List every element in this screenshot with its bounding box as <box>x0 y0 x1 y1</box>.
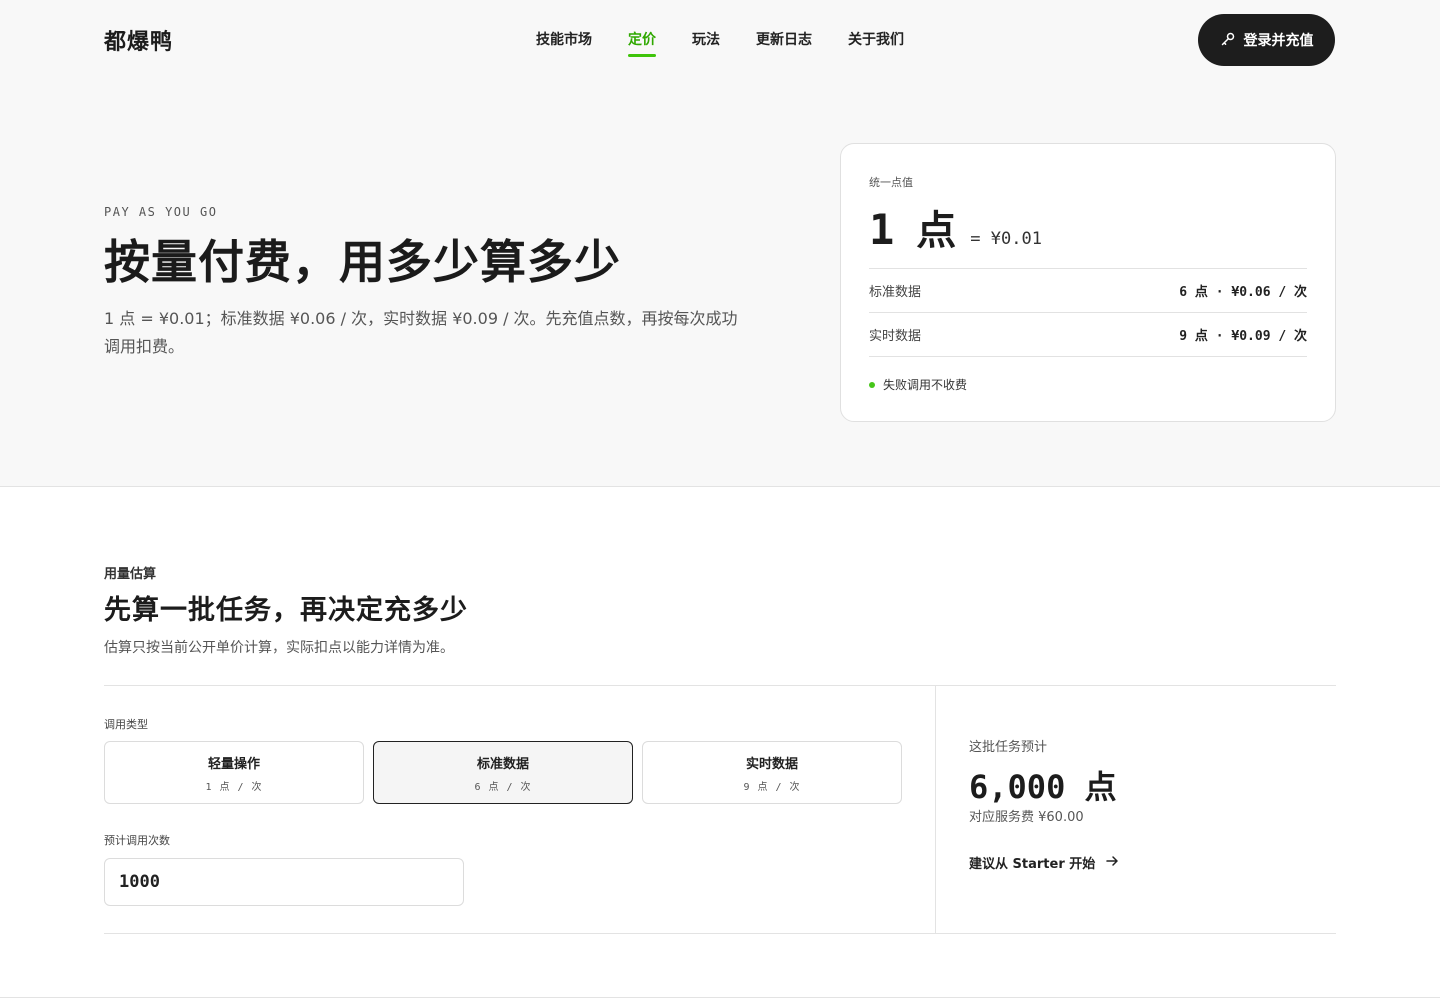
hero: PAY AS YOU GO 按量付费，用多少算多少 1 点 = ¥0.01；标准… <box>104 205 744 361</box>
nav-item-about[interactable]: 关于我们 <box>848 29 904 57</box>
price-row-standard: 标准数据 6 点 · ¥0.06 / 次 <box>869 268 1307 312</box>
nav-item-changelog[interactable]: 更新日志 <box>756 29 812 57</box>
nav-item-gameplay[interactable]: 玩法 <box>692 29 720 57</box>
result-fee: 对应服务费 ¥60.00 <box>969 810 1084 825</box>
arrow-right-icon <box>1105 854 1119 872</box>
site-header: 都爆鸭 技能市场 定价 玩法 更新日志 关于我们 登录并充值 <box>0 0 1440 80</box>
points-number: 1 <box>869 205 895 254</box>
result-total: 6,000 点 <box>969 768 1117 806</box>
hero-title: 按量付费，用多少算多少 <box>104 235 621 289</box>
login-recharge-button[interactable]: 登录并充值 <box>1198 14 1335 66</box>
hero-description: 1 点 = ¥0.01；标准数据 ¥0.06 / 次，实时数据 ¥0.09 / … <box>104 309 738 356</box>
status-dot-icon <box>869 381 875 388</box>
call-type-selector: 轻量操作 1 点 / 次 标准数据 6 点 / 次 实时数据 9 点 / 次 <box>104 741 902 804</box>
nav-item-skills[interactable]: 技能市场 <box>536 29 592 57</box>
call-type-name: 标准数据 <box>476 755 529 771</box>
call-type-light[interactable]: 轻量操作 1 点 / 次 <box>104 741 364 804</box>
points-card: 统一点值 1 点 = ¥0.01 标准数据 6 点 · ¥0.06 / 次 实时… <box>840 143 1336 422</box>
estimate-title: 先算一批任务，再决定充多少 <box>104 595 468 626</box>
price-row-name: 标准数据 <box>869 285 922 300</box>
points-value: 1 点 = ¥0.01 <box>869 198 1042 256</box>
points-unit: 点 <box>916 208 957 254</box>
price-row-value: 9 点 · ¥0.09 / 次 <box>1179 329 1307 344</box>
call-type-standard[interactable]: 标准数据 6 点 / 次 <box>373 741 633 804</box>
estimate-kicker: 用量估算 <box>104 567 157 582</box>
divider <box>0 997 1440 998</box>
free-failure-note: 失败调用不收费 <box>869 376 967 393</box>
call-type-name: 实时数据 <box>745 755 798 771</box>
main-nav: 技能市场 定价 玩法 更新日志 关于我们 <box>536 29 904 57</box>
nav-item-pricing[interactable]: 定价 <box>628 29 656 57</box>
points-card-label: 统一点值 <box>869 176 913 189</box>
free-failure-text: 失败调用不收费 <box>883 378 968 392</box>
calculator-inputs: 调用类型 轻量操作 1 点 / 次 标准数据 6 点 / 次 实时数据 9 点 … <box>104 686 936 933</box>
points-equals: = ¥0.01 <box>970 229 1042 249</box>
call-count-label: 预计调用次数 <box>104 834 170 847</box>
calculator-result: 这批任务预计 6,000 点 对应服务费 ¥60.00 建议从 Starter … <box>969 686 1336 933</box>
price-row-realtime: 实时数据 9 点 · ¥0.09 / 次 <box>869 312 1307 356</box>
call-type-cost: 6 点 / 次 <box>474 781 532 793</box>
call-type-cost: 9 点 / 次 <box>743 781 801 793</box>
price-row-value: 6 点 · ¥0.06 / 次 <box>1179 285 1307 300</box>
estimate-description: 估算只按当前公开单价计算，实际扣点以能力详情为准。 <box>104 640 454 656</box>
call-type-cost: 1 点 / 次 <box>205 781 263 793</box>
top-section: 都爆鸭 技能市场 定价 玩法 更新日志 关于我们 登录并充值 PAY AS YO… <box>0 0 1440 487</box>
call-count-input[interactable] <box>104 858 464 906</box>
price-row-name: 实时数据 <box>869 329 922 344</box>
call-type-label: 调用类型 <box>104 718 148 731</box>
login-recharge-label: 登录并充值 <box>1243 32 1314 48</box>
call-type-name: 轻量操作 <box>207 755 260 771</box>
key-icon <box>1220 31 1236 50</box>
usage-calculator: 调用类型 轻量操作 1 点 / 次 标准数据 6 点 / 次 实时数据 9 点 … <box>104 685 1336 934</box>
suggest-starter-label: 建议从 Starter 开始 <box>969 857 1096 872</box>
hero-eyebrow: PAY AS YOU GO <box>104 205 218 219</box>
divider <box>869 356 1307 357</box>
call-type-realtime[interactable]: 实时数据 9 点 / 次 <box>642 741 902 804</box>
brand-logo[interactable]: 都爆鸭 <box>104 24 173 56</box>
price-rows: 标准数据 6 点 · ¥0.06 / 次 实时数据 9 点 · ¥0.09 / … <box>869 268 1307 357</box>
suggest-starter-link[interactable]: 建议从 Starter 开始 <box>969 853 1119 872</box>
result-label: 这批任务预计 <box>969 740 1048 755</box>
estimate-header: 用量估算 先算一批任务，再决定充多少 估算只按当前公开单价计算，实际扣点以能力详… <box>104 563 1336 657</box>
